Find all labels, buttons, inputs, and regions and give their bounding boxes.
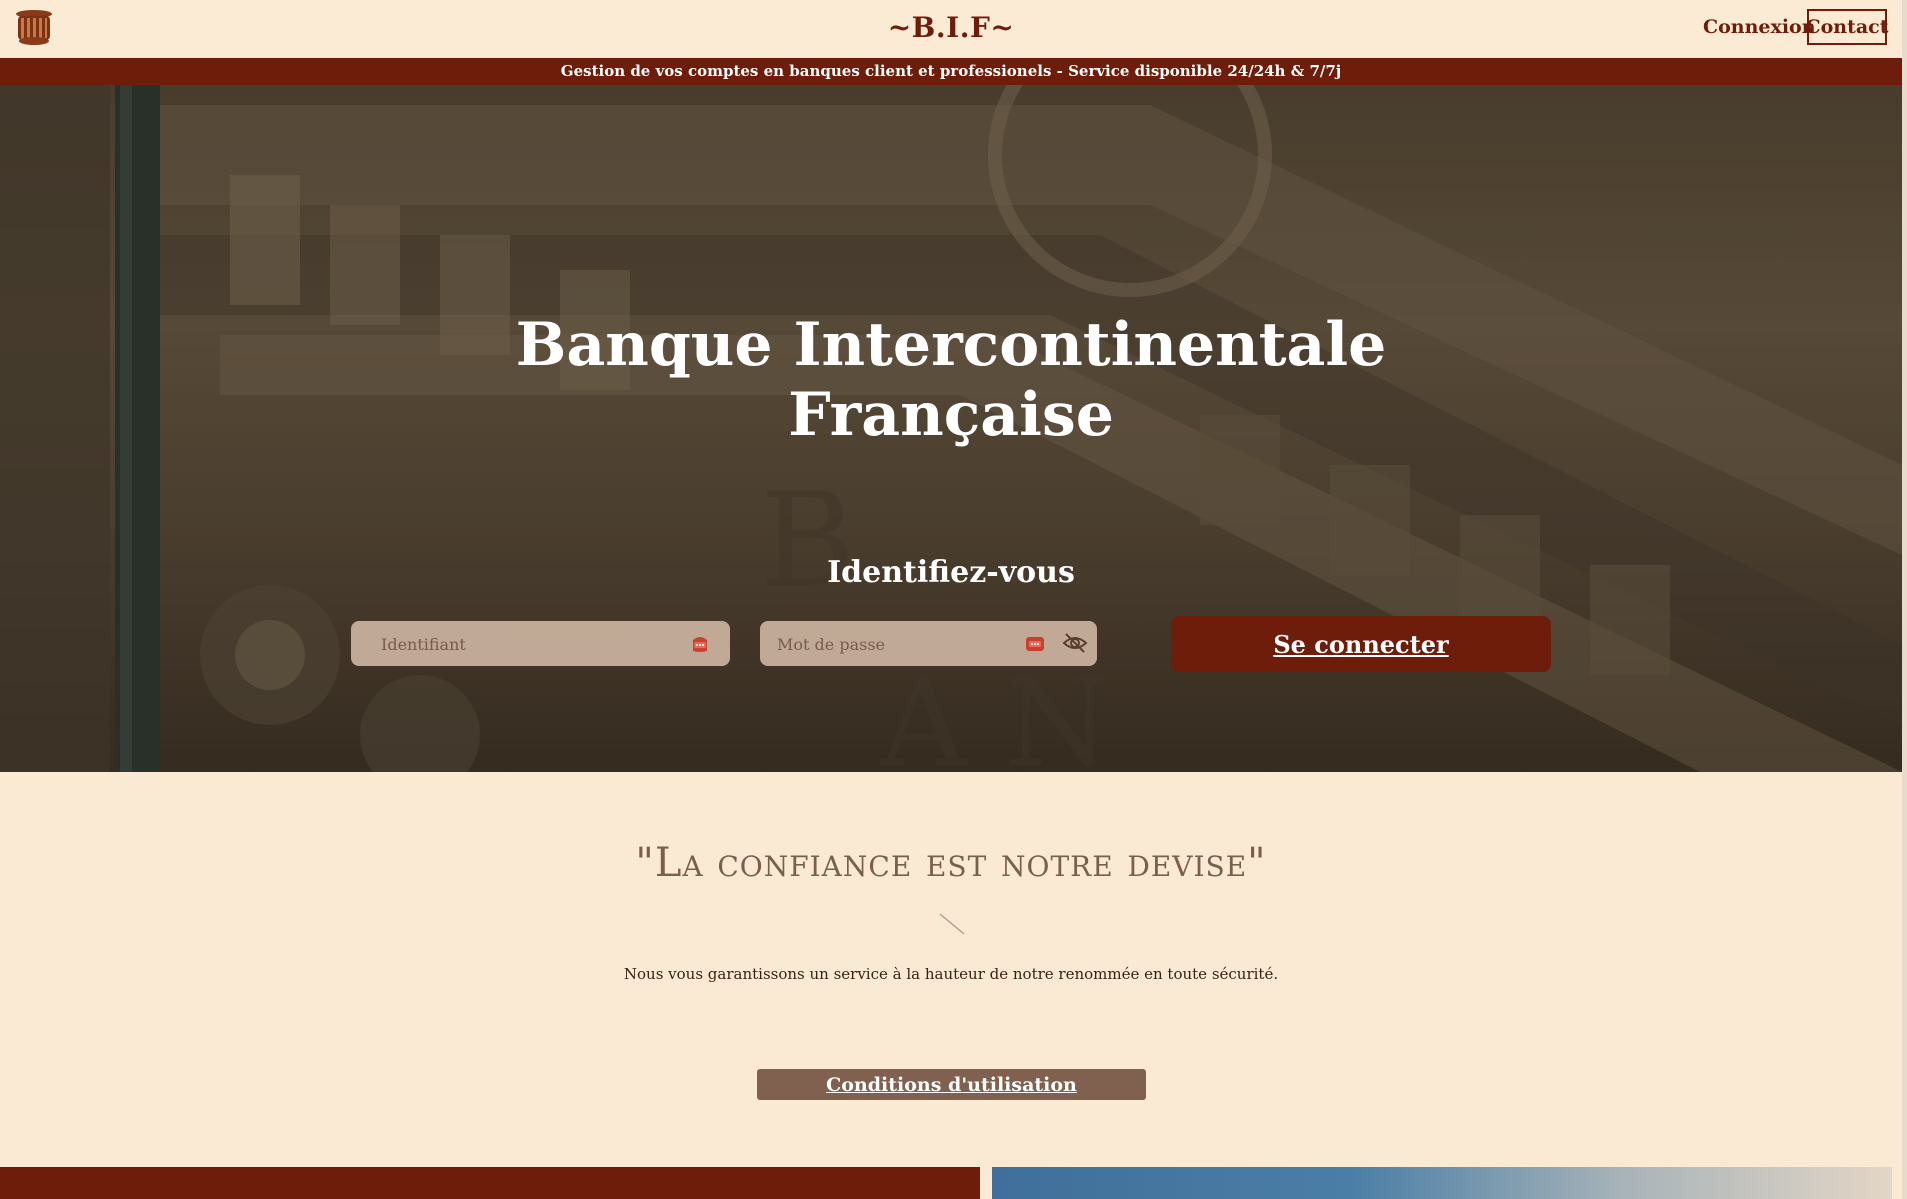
password-field[interactable] (760, 621, 1097, 668)
username-field[interactable] (351, 621, 730, 668)
hero-title: Banque Intercontinentale Française (0, 310, 1902, 450)
hero-title-line1: Banque Intercontinentale (515, 310, 1387, 380)
login-heading: Identifiez-vous (827, 555, 1075, 590)
info-banner: Gestion de vos comptes en banques client… (0, 58, 1902, 85)
footer-image-right (992, 1167, 1892, 1199)
hero-title-line2: Française (788, 380, 1114, 450)
password-manager-icon[interactable] (1025, 634, 1045, 654)
password-input[interactable] (775, 621, 999, 668)
site-header: ~B.I.F~ Connexion Contact (0, 0, 1902, 58)
site-brand[interactable]: ~B.I.F~ (0, 11, 1902, 44)
eye-slash-icon[interactable] (1062, 632, 1088, 654)
hero-section: B A N Banque Intercontinentale Française… (0, 85, 1902, 772)
page-scrollbar[interactable] (1902, 0, 1907, 1199)
login-submit-button[interactable]: Se connecter (1171, 616, 1551, 672)
divider-line (939, 913, 965, 935)
motto-heading: "La confiance est notre devise" (635, 840, 1267, 886)
nav-login-link[interactable]: Connexion (1703, 16, 1816, 38)
footer-panel-left (0, 1167, 980, 1199)
terms-button[interactable]: Conditions d'utilisation (757, 1069, 1146, 1100)
nav-contact-button[interactable]: Contact (1805, 9, 1889, 45)
password-manager-icon[interactable] (690, 634, 710, 654)
username-input[interactable] (379, 621, 643, 668)
service-description: Nous vous garantissons un service à la h… (623, 965, 1279, 983)
